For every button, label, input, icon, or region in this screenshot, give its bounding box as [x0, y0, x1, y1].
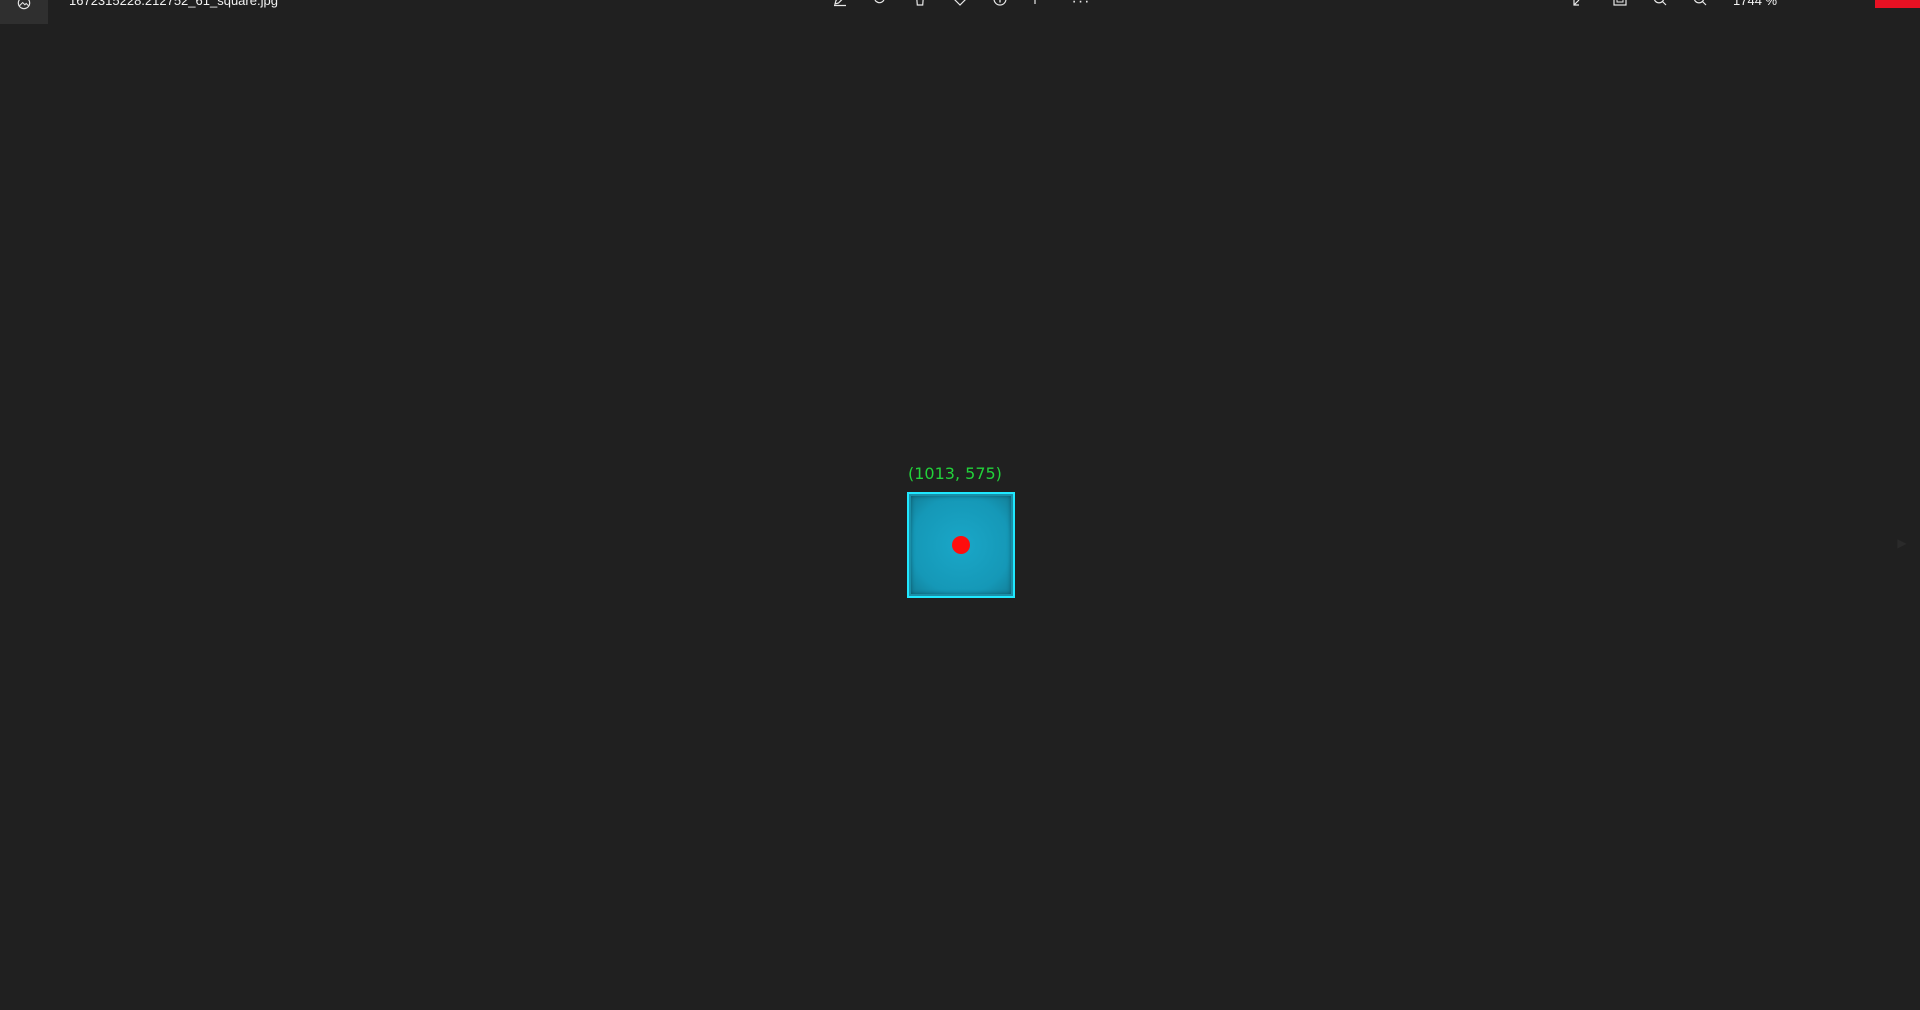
info-icon[interactable] — [990, 0, 1010, 7]
close-button[interactable] — [1875, 0, 1920, 8]
full-screen-icon[interactable] — [1570, 0, 1590, 7]
target-center-dot — [952, 536, 970, 554]
coordinate-label: (1013, 575) — [908, 464, 1002, 483]
target-square-fill — [911, 496, 1011, 594]
zoom-level-dropdown[interactable]: 1744 % — [1733, 0, 1777, 8]
next-image-arrow-icon[interactable]: ▶ — [1894, 528, 1910, 558]
zoom-out-icon[interactable] — [1650, 0, 1670, 7]
more-options-icon[interactable]: ··· — [1070, 0, 1092, 10]
photo-viewer: 1672315228.212752_61_square.jpg ··· 1744… — [0, 0, 1920, 1010]
photos-app-icon — [17, 0, 31, 10]
image-canvas[interactable]: (1013, 575) ▶ — [0, 22, 1920, 1010]
delete-icon[interactable] — [910, 0, 930, 7]
fit-to-window-icon[interactable] — [1610, 0, 1630, 7]
edit-icon[interactable] — [830, 0, 850, 7]
file-name: 1672315228.212752_61_square.jpg — [69, 0, 278, 8]
share-icon[interactable] — [1030, 0, 1050, 7]
zoom-in-icon[interactable] — [1690, 0, 1710, 7]
app-menu-button[interactable] — [0, 0, 48, 24]
target-square — [907, 492, 1015, 598]
rotate-icon[interactable] — [870, 0, 890, 7]
title-bar: 1672315228.212752_61_square.jpg ··· 1744… — [0, 0, 1920, 24]
favorite-icon[interactable] — [950, 0, 970, 7]
